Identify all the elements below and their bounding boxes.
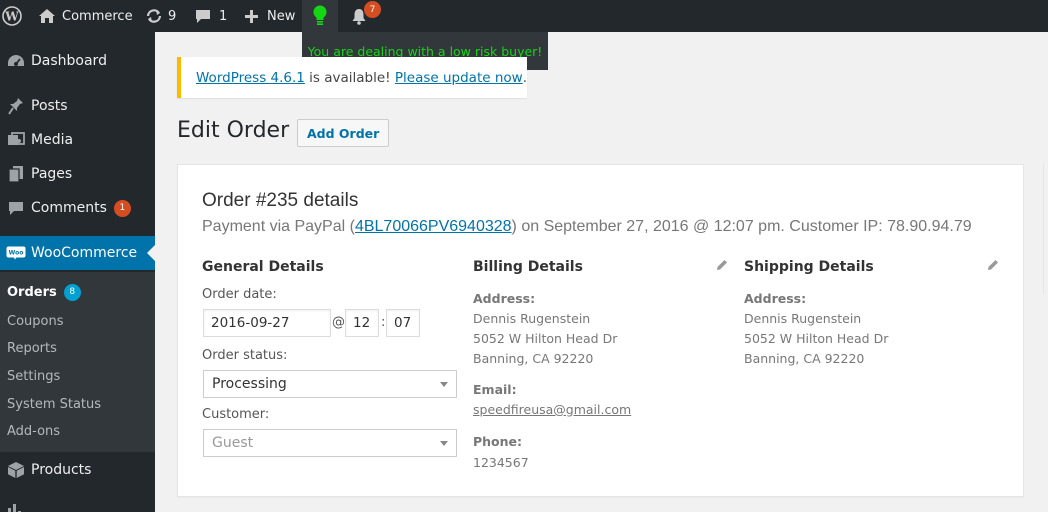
dashboard-icon bbox=[4, 51, 28, 71]
billing-address-label: Address: bbox=[473, 291, 536, 306]
updates-count: 9 bbox=[168, 8, 177, 24]
wordpress-version-link[interactable]: WordPress 4.6.1 bbox=[196, 70, 305, 86]
page-title: Edit Order bbox=[177, 118, 290, 143]
edit-billing-pencil-icon[interactable] bbox=[716, 259, 728, 271]
comments-count-badge: 1 bbox=[113, 199, 131, 217]
sidebar-item-posts[interactable]: Posts bbox=[0, 89, 155, 123]
payment-info: Payment via PayPal (4BL70066PV6940328) o… bbox=[202, 218, 972, 236]
chevron-down-icon bbox=[440, 441, 448, 446]
admin-sidebar: Dashboard Posts Media Pages Comments 1 W… bbox=[0, 32, 155, 512]
lightbulb-icon bbox=[313, 5, 327, 25]
transaction-id-link[interactable]: 4BL70066PV6940328 bbox=[355, 218, 512, 235]
site-name-link[interactable]: Commerce bbox=[38, 0, 133, 32]
comments-count: 1 bbox=[219, 8, 228, 24]
sidebar-item-woocommerce[interactable]: Woo WooCommerce bbox=[0, 236, 155, 270]
risk-indicator[interactable] bbox=[302, 0, 338, 32]
order-data-panel: Order #235 details Payment via PayPal (4… bbox=[177, 164, 1024, 497]
shipping-address-label: Address: bbox=[744, 291, 807, 306]
order-heading: Order #235 details bbox=[202, 190, 359, 211]
submenu-item-addons[interactable]: Add-ons bbox=[7, 421, 60, 441]
sidebar-label-comments: Comments bbox=[31, 200, 107, 216]
comment-icon bbox=[4, 198, 28, 218]
order-hour-input[interactable]: 12 bbox=[345, 309, 379, 337]
site-name: Commerce bbox=[62, 8, 133, 24]
add-order-button[interactable]: Add Order bbox=[297, 119, 390, 147]
notification-badge: 7 bbox=[364, 1, 381, 18]
edit-shipping-pencil-icon[interactable] bbox=[987, 259, 999, 271]
sidebar-label-pages: Pages bbox=[31, 166, 73, 182]
woocommerce-icon: Woo bbox=[4, 243, 28, 263]
active-menu-arrow bbox=[147, 245, 155, 261]
update-now-link[interactable]: Please update now bbox=[395, 70, 523, 86]
comment-icon bbox=[196, 9, 210, 23]
order-date-input[interactable]: 2016-09-27 bbox=[203, 309, 331, 337]
updates-link[interactable]: 9 bbox=[145, 0, 176, 32]
billing-email-label: Email: bbox=[473, 382, 517, 397]
plus-icon bbox=[245, 9, 258, 23]
submenu-item-settings[interactable]: Settings bbox=[7, 366, 60, 386]
notice-period: . bbox=[522, 69, 528, 86]
chevron-down-icon bbox=[440, 382, 448, 387]
sidebar-label-dashboard: Dashboard bbox=[31, 53, 107, 69]
shipping-street: 5052 W Hilton Head Dr bbox=[744, 331, 889, 346]
notice-text: is available! bbox=[304, 69, 395, 86]
sidebar-item-pages[interactable]: Pages bbox=[0, 157, 155, 191]
orders-count-badge: 8 bbox=[63, 283, 81, 301]
media-icon bbox=[4, 130, 28, 150]
shipping-city: Banning, CA 92220 bbox=[744, 351, 865, 366]
billing-name: Dennis Rugenstein bbox=[473, 311, 591, 326]
wordpress-logo-icon[interactable]: W bbox=[2, 0, 24, 32]
pushpin-icon bbox=[4, 96, 28, 116]
products-box-icon bbox=[4, 460, 28, 480]
order-status-select[interactable]: Processing bbox=[203, 370, 457, 398]
side-panel-edge bbox=[1043, 164, 1048, 294]
admin-bar: W Commerce 9 1 New 7 bbox=[0, 0, 1048, 32]
svg-text:W: W bbox=[4, 10, 19, 24]
new-label: New bbox=[267, 8, 296, 24]
comments-link[interactable]: 1 bbox=[195, 0, 227, 32]
customer-select[interactable]: Guest bbox=[203, 429, 457, 457]
shipping-details-title: Shipping Details bbox=[744, 259, 874, 275]
time-colon: : bbox=[381, 315, 386, 330]
sidebar-item-media[interactable]: Media bbox=[0, 123, 155, 157]
new-content-link[interactable]: New bbox=[245, 0, 295, 32]
sidebar-label-products: Products bbox=[31, 462, 92, 478]
customer-value: Guest bbox=[212, 435, 254, 451]
update-notice: WordPress 4.6.1 is available! Please upd… bbox=[177, 57, 527, 98]
sidebar-label-woocommerce: WooCommerce bbox=[31, 245, 138, 261]
payment-suffix: ) on September 27, 2016 @ 12:07 pm. Cust… bbox=[511, 218, 972, 235]
sidebar-label-posts: Posts bbox=[31, 98, 68, 114]
customer-label: Customer: bbox=[202, 407, 270, 422]
general-details-title: General Details bbox=[202, 259, 324, 275]
submenu-item-orders[interactable]: Orders 8 bbox=[7, 282, 81, 302]
sidebar-item-comments[interactable]: Comments 1 bbox=[0, 191, 155, 225]
submenu-item-system-status[interactable]: System Status bbox=[7, 394, 101, 414]
order-status-label: Order status: bbox=[202, 348, 288, 363]
payment-prefix: Payment via PayPal ( bbox=[202, 218, 355, 235]
billing-email-link[interactable]: speedfireusa@gmail.com bbox=[473, 402, 631, 417]
analytics-icon bbox=[6, 502, 24, 512]
refresh-icon bbox=[146, 9, 162, 23]
sidebar-item-dashboard[interactable]: Dashboard bbox=[0, 44, 155, 78]
sidebar-item-products[interactable]: Products bbox=[0, 453, 155, 487]
billing-phone-label: Phone: bbox=[473, 434, 523, 449]
billing-phone: 1234567 bbox=[473, 455, 529, 470]
woocommerce-submenu: Orders 8 Coupons Reports Settings System… bbox=[0, 272, 155, 452]
svg-text:Woo: Woo bbox=[9, 250, 24, 257]
order-minute-input[interactable]: 07 bbox=[386, 309, 420, 337]
billing-street: 5052 W Hilton Head Dr bbox=[473, 331, 618, 346]
submenu-label-orders: Orders bbox=[7, 284, 57, 300]
billing-details-title: Billing Details bbox=[473, 259, 583, 275]
home-icon bbox=[39, 9, 55, 23]
order-date-label: Order date: bbox=[202, 287, 277, 302]
date-time-separator: @ bbox=[332, 315, 345, 330]
pages-icon bbox=[4, 164, 28, 184]
sidebar-label-media: Media bbox=[31, 132, 74, 148]
shipping-name: Dennis Rugenstein bbox=[744, 311, 862, 326]
order-status-value: Processing bbox=[212, 376, 287, 392]
submenu-item-reports[interactable]: Reports bbox=[7, 338, 57, 358]
submenu-item-coupons[interactable]: Coupons bbox=[7, 311, 64, 331]
billing-city: Banning, CA 92220 bbox=[473, 351, 594, 366]
